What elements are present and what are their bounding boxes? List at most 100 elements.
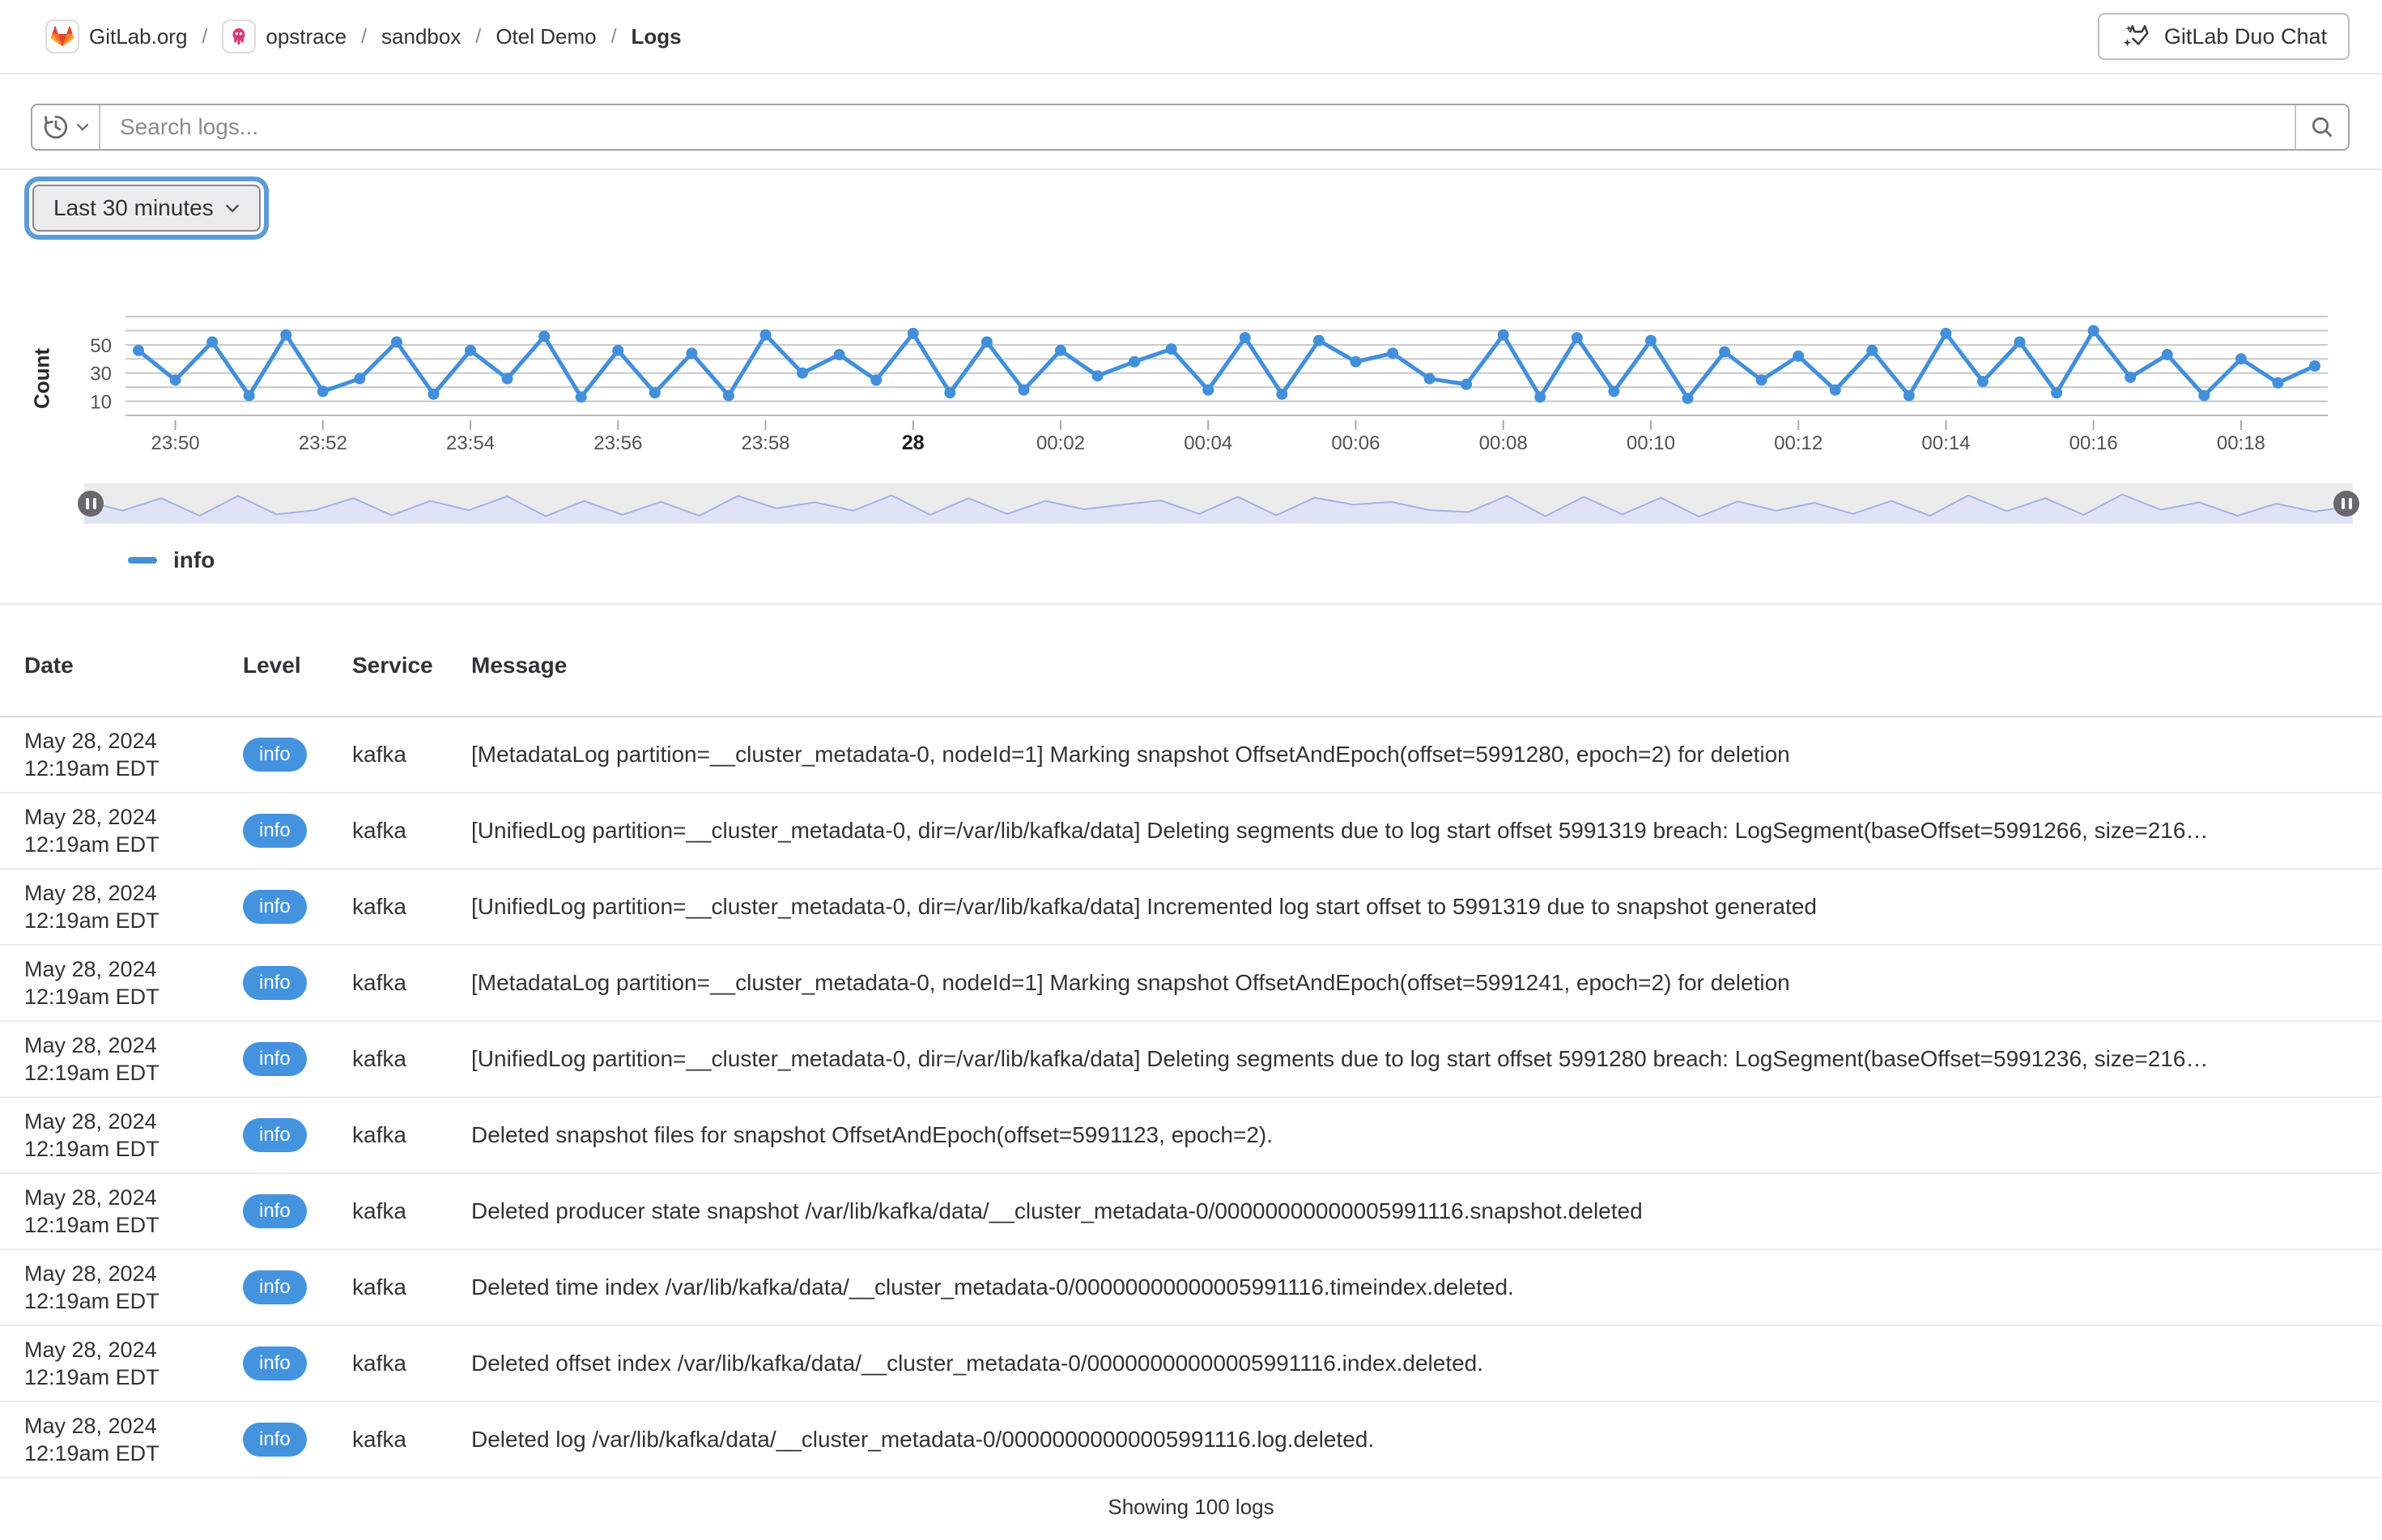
- gitlab-duo-chat-button[interactable]: GitLab Duo Chat: [2098, 13, 2350, 60]
- log-level: info: [243, 738, 352, 772]
- log-date: May 28, 2024 12:19am EDT: [0, 803, 243, 858]
- log-service: kafka: [352, 742, 471, 768]
- breadcrumb-separator: /: [361, 25, 367, 49]
- breadcrumb-item-sandbox[interactable]: sandbox: [381, 24, 461, 49]
- log-message: Deleted log /var/lib/kafka/data/__cluste…: [471, 1427, 2382, 1453]
- svg-text:00:02: 00:02: [1036, 432, 1085, 454]
- log-level: info: [243, 1270, 352, 1304]
- table-row[interactable]: May 28, 2024 12:19am EDT info kafka Dele…: [0, 1326, 2382, 1402]
- log-date: May 28, 2024 12:19am EDT: [0, 1032, 243, 1087]
- column-header-message: Message: [471, 653, 2382, 679]
- breadcrumb-item-opstrace[interactable]: opstrace: [222, 19, 347, 53]
- legend-label: info: [173, 547, 215, 573]
- table-row[interactable]: May 28, 2024 12:19am EDT info kafka Dele…: [0, 1250, 2382, 1326]
- log-level: info: [243, 1346, 352, 1380]
- svg-text:50: 50: [90, 335, 112, 357]
- time-range-dropdown[interactable]: Last 30 minutes: [32, 185, 261, 232]
- table-row[interactable]: May 28, 2024 12:19am EDT info kafka Dele…: [0, 1174, 2382, 1250]
- breadcrumb-separator: /: [202, 25, 207, 49]
- log-date-line: May 28, 2024: [24, 955, 243, 983]
- search-submit-button[interactable]: [2295, 105, 2348, 149]
- brush-handle-left[interactable]: [78, 491, 104, 517]
- log-service: kafka: [352, 1427, 471, 1453]
- search-input[interactable]: [100, 105, 2295, 149]
- time-range-label: Last 30 minutes: [53, 195, 214, 221]
- log-date-line: May 28, 2024: [24, 803, 243, 831]
- svg-text:23:50: 23:50: [151, 432, 200, 454]
- log-message: Deleted offset index /var/lib/kafka/data…: [471, 1351, 2382, 1376]
- table-row[interactable]: May 28, 2024 12:19am EDT info kafka [Uni…: [0, 793, 2382, 870]
- table-row[interactable]: May 28, 2024 12:19am EDT info kafka [Met…: [0, 946, 2382, 1022]
- search-history-dropdown[interactable]: [32, 105, 100, 149]
- log-date-line: May 28, 2024: [24, 1032, 243, 1059]
- log-date: May 28, 2024 12:19am EDT: [0, 1184, 243, 1239]
- column-header-service: Service: [352, 653, 471, 679]
- svg-text:00:18: 00:18: [2217, 432, 2265, 454]
- section-divider: [0, 603, 2382, 605]
- log-time-line: 12:19am EDT: [24, 907, 243, 934]
- breadcrumb-separator: /: [475, 25, 481, 49]
- history-icon: [42, 113, 70, 141]
- table-row[interactable]: May 28, 2024 12:19am EDT info kafka [Met…: [0, 717, 2382, 793]
- level-badge: info: [243, 1118, 307, 1152]
- log-date: May 28, 2024 12:19am EDT: [0, 955, 243, 1010]
- log-date: May 28, 2024 12:19am EDT: [0, 1336, 243, 1391]
- log-level: info: [243, 966, 352, 1000]
- log-level: info: [243, 1118, 352, 1152]
- log-level: info: [243, 890, 352, 924]
- table-header-row: Date Level Service Message: [0, 615, 2382, 717]
- breadcrumb-label: sandbox: [381, 24, 461, 49]
- breadcrumb-label: Logs: [632, 24, 682, 49]
- breadcrumb-item-logs-current: Logs: [632, 24, 682, 49]
- level-badge: info: [243, 1423, 307, 1457]
- svg-text:00:16: 00:16: [2069, 432, 2118, 454]
- log-time-line: 12:19am EDT: [24, 755, 243, 782]
- svg-text:30: 30: [90, 364, 112, 385]
- log-date-line: May 28, 2024: [24, 879, 243, 907]
- log-service: kafka: [352, 1274, 471, 1300]
- chart-legend[interactable]: info: [128, 547, 215, 573]
- chevron-down-icon: [225, 204, 240, 213]
- breadcrumb-separator: /: [611, 25, 617, 49]
- log-time-line: 12:19am EDT: [24, 983, 243, 1010]
- brush-handle-right[interactable]: [2333, 491, 2359, 517]
- log-service: kafka: [352, 1122, 471, 1148]
- table-row[interactable]: May 28, 2024 12:19am EDT info kafka [Uni…: [0, 870, 2382, 946]
- table-row[interactable]: May 28, 2024 12:19am EDT info kafka Dele…: [0, 1098, 2382, 1174]
- log-message: [MetadataLog partition=__cluster_metadat…: [471, 742, 2382, 768]
- minimap-area-chart: [84, 483, 2353, 524]
- svg-text:00:10: 00:10: [1627, 432, 1675, 454]
- logs-table: Date Level Service Message May 28, 2024 …: [0, 615, 2382, 1478]
- log-level: info: [243, 1423, 352, 1457]
- log-date-line: May 28, 2024: [24, 1260, 243, 1287]
- breadcrumb-item-otel-demo[interactable]: Otel Demo: [496, 24, 596, 49]
- svg-text:00:12: 00:12: [1774, 432, 1823, 454]
- chart-brush-minimap[interactable]: [84, 483, 2353, 524]
- column-header-level: Level: [243, 653, 352, 679]
- level-badge: info: [243, 814, 307, 848]
- log-date-line: May 28, 2024: [24, 1108, 243, 1135]
- log-date: May 28, 2024 12:19am EDT: [0, 879, 243, 934]
- breadcrumb-item-gitlab-org[interactable]: GitLab.org: [45, 19, 187, 53]
- section-divider: [0, 168, 2382, 170]
- level-badge: info: [243, 1042, 307, 1076]
- log-date-line: May 28, 2024: [24, 1184, 243, 1211]
- log-time-line: 12:19am EDT: [24, 1211, 243, 1239]
- log-service: kafka: [352, 1351, 471, 1376]
- table-row[interactable]: May 28, 2024 12:19am EDT info kafka Dele…: [0, 1402, 2382, 1478]
- logs-volume-chart[interactable]: 10305023:5023:5223:5423:5623:582800:0200…: [0, 312, 2382, 457]
- log-date: May 28, 2024 12:19am EDT: [0, 1412, 243, 1467]
- svg-text:10: 10: [90, 392, 112, 414]
- svg-text:23:56: 23:56: [593, 432, 642, 454]
- log-service: kafka: [352, 1046, 471, 1072]
- level-badge: info: [243, 1270, 307, 1304]
- duo-tanuki-sparkle-icon: [2120, 21, 2151, 52]
- table-row[interactable]: May 28, 2024 12:19am EDT info kafka [Uni…: [0, 1022, 2382, 1098]
- log-time-line: 12:19am EDT: [24, 831, 243, 858]
- level-badge: info: [243, 890, 307, 924]
- log-message: [UnifiedLog partition=__cluster_metadata…: [471, 894, 2382, 920]
- log-message: [UnifiedLog partition=__cluster_metadata…: [471, 1046, 2382, 1072]
- log-message: Deleted time index /var/lib/kafka/data/_…: [471, 1274, 2382, 1300]
- log-level: info: [243, 1042, 352, 1076]
- log-message: [MetadataLog partition=__cluster_metadat…: [471, 970, 2382, 996]
